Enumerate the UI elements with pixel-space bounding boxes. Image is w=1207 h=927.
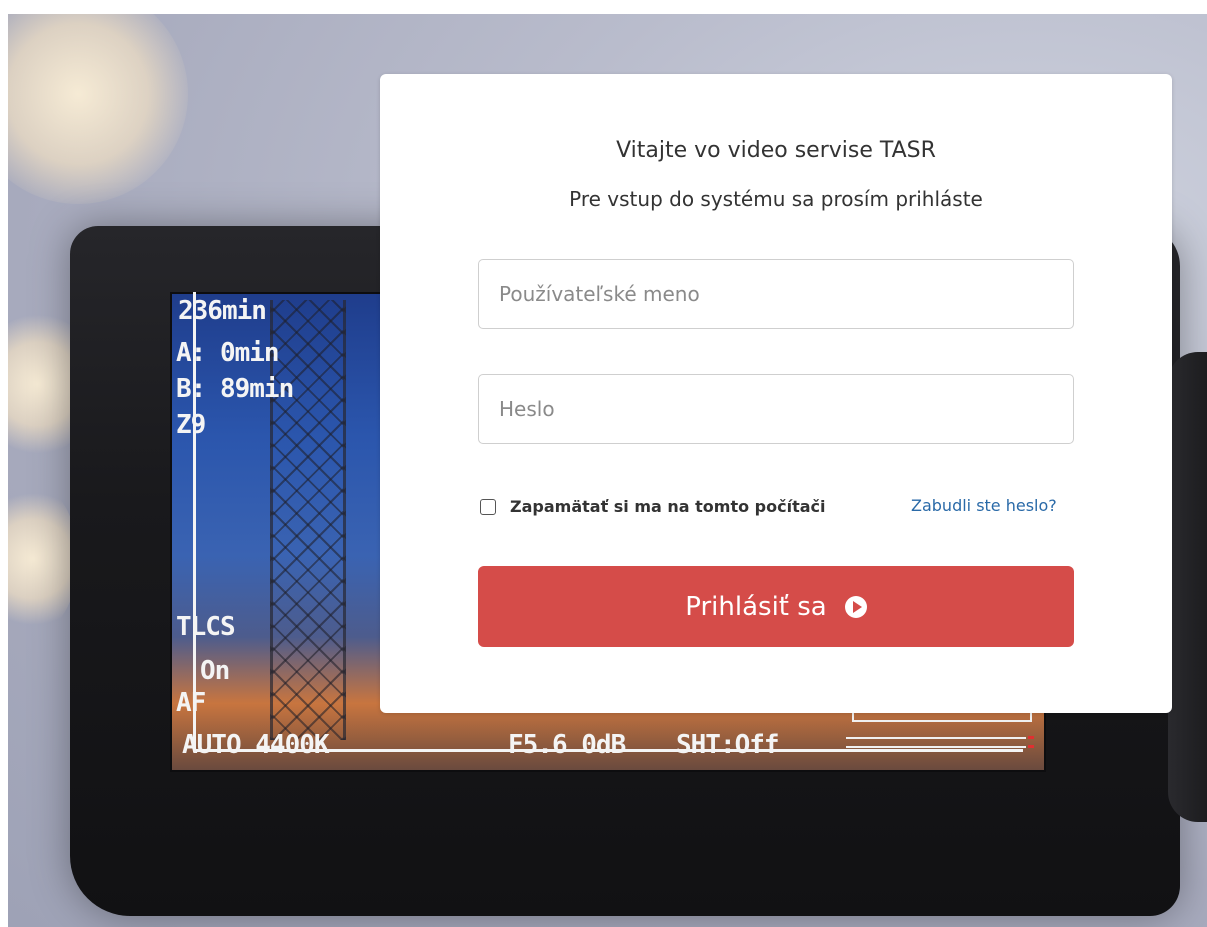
- audio-meter-line: [846, 737, 1026, 739]
- osd-shutter: SHT:Off: [676, 730, 780, 760]
- camera-grip: [1168, 352, 1207, 822]
- play-circle-icon: [844, 595, 867, 618]
- login-page: 236min A: 0min B: 89min Z9 TLCS On AF AU…: [0, 0, 1207, 927]
- osd-battery: 236min: [178, 296, 267, 326]
- remember-me-checkbox[interactable]: [480, 498, 496, 515]
- audio-peak-marker: [1028, 745, 1034, 748]
- login-subtitle: Pre vstup do systému sa prosím prihláste: [569, 187, 983, 211]
- osd-stabilizer: On: [200, 656, 230, 686]
- osd-white-balance: AUTO 4400K: [182, 730, 330, 760]
- login-button[interactable]: Prihlásiť sa: [478, 566, 1074, 647]
- osd-zoom: Z9: [176, 410, 206, 440]
- login-button-label: Prihlásiť sa: [685, 591, 827, 622]
- remember-me[interactable]: Zapamätať si ma na tomto počítači: [480, 497, 826, 516]
- bokeh-light: [8, 484, 78, 634]
- bokeh-light: [8, 14, 188, 204]
- osd-b-time: B: 89min: [176, 374, 294, 404]
- osd-tlcs: TLCS: [176, 612, 236, 642]
- audio-peak-marker: [1028, 736, 1034, 739]
- osd-exposure: F5.6 0dB: [508, 730, 626, 760]
- remember-me-label: Zapamätať si ma na tomto počítači: [510, 497, 826, 516]
- login-title: Vitajte vo video servise TASR: [616, 138, 936, 163]
- osd-a-time: A: 0min: [176, 338, 280, 368]
- osd-af: AF: [176, 688, 206, 718]
- password-input[interactable]: [478, 374, 1074, 444]
- audio-meter-line: [846, 746, 1026, 748]
- username-input[interactable]: [478, 259, 1074, 329]
- forgot-password-link[interactable]: Zabudli ste heslo?: [911, 496, 1057, 515]
